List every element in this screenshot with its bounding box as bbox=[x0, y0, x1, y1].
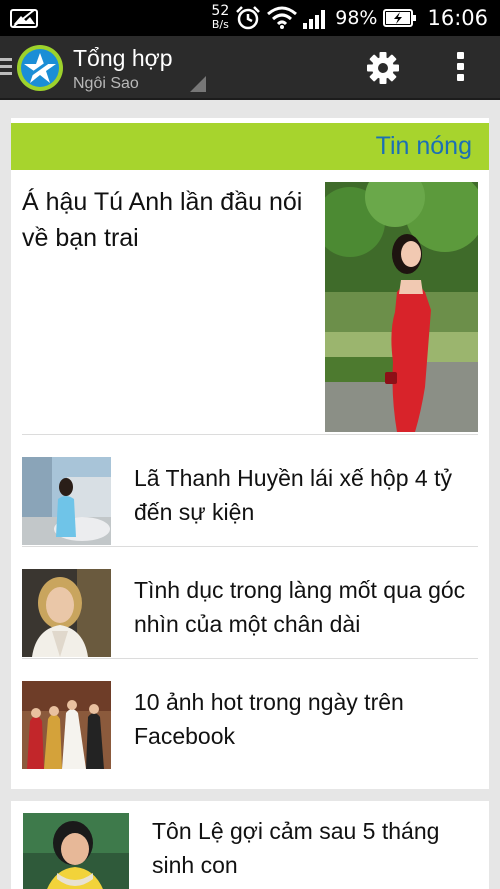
app-logo-star-icon[interactable] bbox=[16, 44, 64, 92]
article-thumbnail bbox=[22, 569, 111, 657]
hot-news-label: Tin nóng bbox=[375, 132, 472, 160]
drawer-menu-icon[interactable] bbox=[0, 58, 12, 78]
section-selector[interactable]: Tổng hợp Ngôi Sao bbox=[73, 44, 172, 94]
settings-gear-icon[interactable] bbox=[365, 50, 401, 86]
featured-article-title[interactable]: Á hậu Tú Anh lần đầu nói về bạn trai bbox=[22, 184, 312, 256]
section-title: Tổng hợp bbox=[73, 45, 173, 71]
list-item[interactable]: Lã Thanh Huyền lái xế hộp 4 tỷ đến sự ki… bbox=[22, 434, 478, 546]
article-card[interactable]: Tôn Lệ gợi cảm sau 5 tháng sinh con bbox=[11, 801, 489, 889]
list-item[interactable]: Tình dục trong làng mốt qua góc nhìn của… bbox=[22, 546, 478, 658]
network-speed: 52 B/s bbox=[211, 3, 230, 31]
hot-news-card: Tin nóng Á hậu Tú Anh lần đầu nói về bạn… bbox=[11, 118, 489, 789]
wifi-icon bbox=[267, 6, 298, 29]
list-item[interactable]: 10 ảnh hot trong ngày trên Facebook bbox=[22, 658, 478, 770]
article-title: Tôn Lệ gợi cảm sau 5 tháng sinh con bbox=[152, 818, 440, 878]
signal-strength-icon bbox=[303, 10, 326, 29]
alarm-clock-icon bbox=[236, 6, 261, 30]
article-thumbnail bbox=[23, 813, 129, 889]
action-bar: Tổng hợp Ngôi Sao bbox=[0, 36, 500, 100]
status-bar: 52 B/s 98% 16:06 bbox=[0, 0, 500, 36]
battery-percent: 98% bbox=[335, 7, 378, 29]
overflow-menu-icon[interactable] bbox=[450, 50, 470, 86]
article-title: 10 ảnh hot trong ngày trên Facebook bbox=[134, 689, 404, 749]
article-title: Lã Thanh Huyền lái xế hộp 4 tỷ đến sự ki… bbox=[134, 465, 452, 525]
article-title: Tình dục trong làng mốt qua góc nhìn của… bbox=[134, 577, 466, 637]
section-subtitle: Ngôi Sao bbox=[73, 75, 139, 92]
featured-article-image[interactable] bbox=[325, 182, 478, 432]
network-speed-unit: B/s bbox=[211, 18, 229, 31]
battery-charging-icon bbox=[383, 9, 417, 27]
notification-image-icon bbox=[10, 9, 38, 28]
article-thumbnail bbox=[22, 681, 111, 769]
dropdown-indicator-icon[interactable] bbox=[190, 76, 206, 92]
article-thumbnail bbox=[22, 457, 111, 545]
hot-news-header[interactable]: Tin nóng bbox=[11, 123, 489, 170]
clock-time: 16:06 bbox=[427, 6, 488, 30]
network-speed-value: 52 bbox=[211, 3, 230, 19]
